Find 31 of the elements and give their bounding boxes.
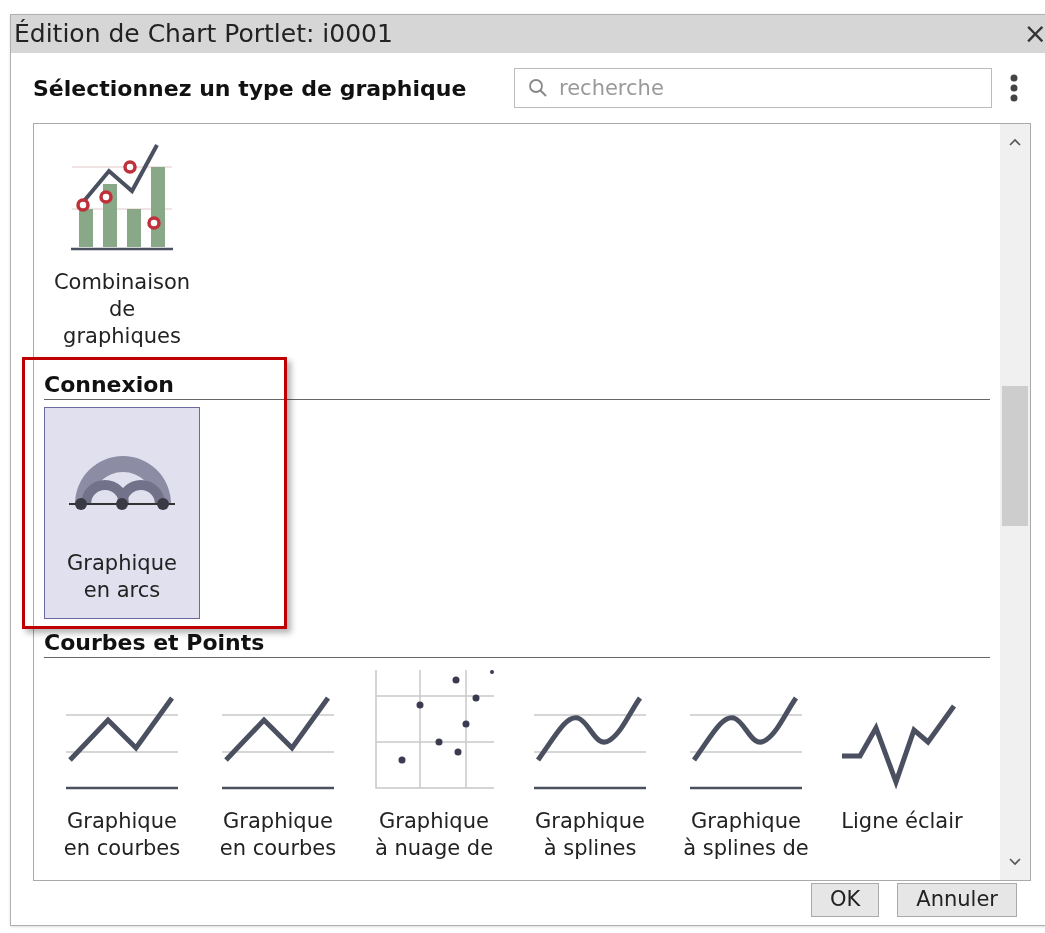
close-button[interactable]: × [1023, 20, 1045, 48]
chart-type-tile[interactable]: Graphique à splines de [668, 665, 824, 863]
scrollbar[interactable] [1000, 124, 1030, 880]
chart-type-tile[interactable]: Graphique en courbes [44, 665, 200, 863]
chart-type-label: Graphique en courbes [62, 808, 182, 862]
chart-type-label: Combinaison de graphiques [52, 269, 192, 350]
chart-type-tile[interactable]: Graphique à nuage de [356, 665, 512, 863]
dialog-button[interactable]: Annuler [897, 883, 1017, 917]
section-heading: Sélectionnez un type de graphique [33, 74, 468, 103]
scroll-down-icon[interactable] [1009, 858, 1022, 866]
scatter-chart-icon [374, 670, 494, 790]
category-heading: Courbes et Points [44, 630, 265, 655]
chart-type-label: Graphique en arcs [66, 550, 178, 604]
chart-type-label: Ligne éclair [840, 808, 964, 835]
scroll-up-icon[interactable] [1009, 138, 1022, 146]
chart-type-label: Graphique en courbes [218, 808, 338, 862]
category-heading: Connexion [44, 372, 174, 397]
chart-type-tile[interactable]: Combinaison de graphiques [44, 126, 200, 351]
chart-type-tile[interactable]: Graphique en courbes [200, 665, 356, 863]
chart-type-label: Graphique à nuage de [373, 808, 495, 862]
more-options-icon[interactable] [1010, 74, 1018, 102]
chart-type-tile[interactable]: Graphique à splines [512, 665, 668, 863]
chart-type-tile[interactable]: Graphique en arcs [44, 407, 200, 619]
dialog-button[interactable]: OK [811, 883, 880, 917]
search-field[interactable]: recherche [514, 68, 992, 108]
scrollbar-thumb[interactable] [1002, 386, 1029, 526]
chart-type-label: Graphique à splines [534, 808, 646, 862]
chart-type-label: Graphique à splines de [682, 808, 810, 862]
chart-type-tile[interactable]: Ligne éclair [824, 665, 980, 863]
window-title: Édition de Chart Portlet: i0001 [14, 18, 393, 51]
search-icon [528, 78, 548, 98]
